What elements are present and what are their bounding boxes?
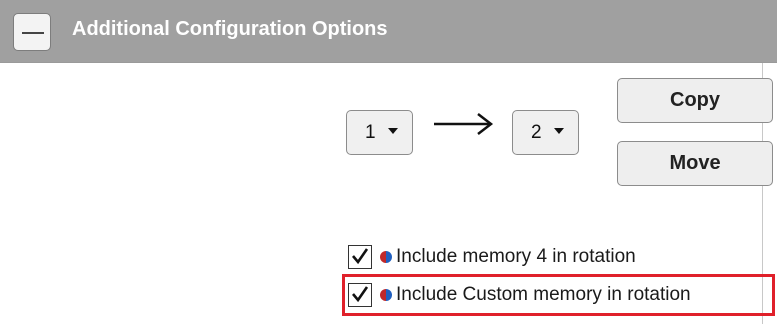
panel-title: Additional Configuration Options [72, 18, 388, 40]
right-arrow-icon [434, 113, 494, 135]
panel-header: Additional Configuration Options [0, 0, 777, 63]
copy-button[interactable]: Copy [617, 78, 773, 123]
chevron-down-icon [388, 128, 398, 134]
chevron-down-icon [554, 128, 564, 134]
target-memory-dropdown[interactable]: 2 [512, 110, 579, 155]
source-memory-value: 1 [365, 122, 376, 143]
move-button[interactable]: Move [617, 141, 773, 186]
source-memory-dropdown[interactable]: 1 [346, 110, 413, 155]
config-panel: Additional Configuration Options 1 2 Cop… [0, 0, 777, 324]
include-memory-4-checkbox[interactable] [348, 245, 372, 269]
target-memory-value: 2 [531, 122, 542, 143]
memory-split-icon [380, 251, 392, 263]
include-memory-4-label: Include memory 4 in rotation [396, 246, 636, 267]
minus-icon [22, 32, 44, 34]
checkmark-icon [352, 248, 369, 265]
collapse-button[interactable] [13, 13, 51, 51]
highlight-annotation [342, 274, 775, 316]
